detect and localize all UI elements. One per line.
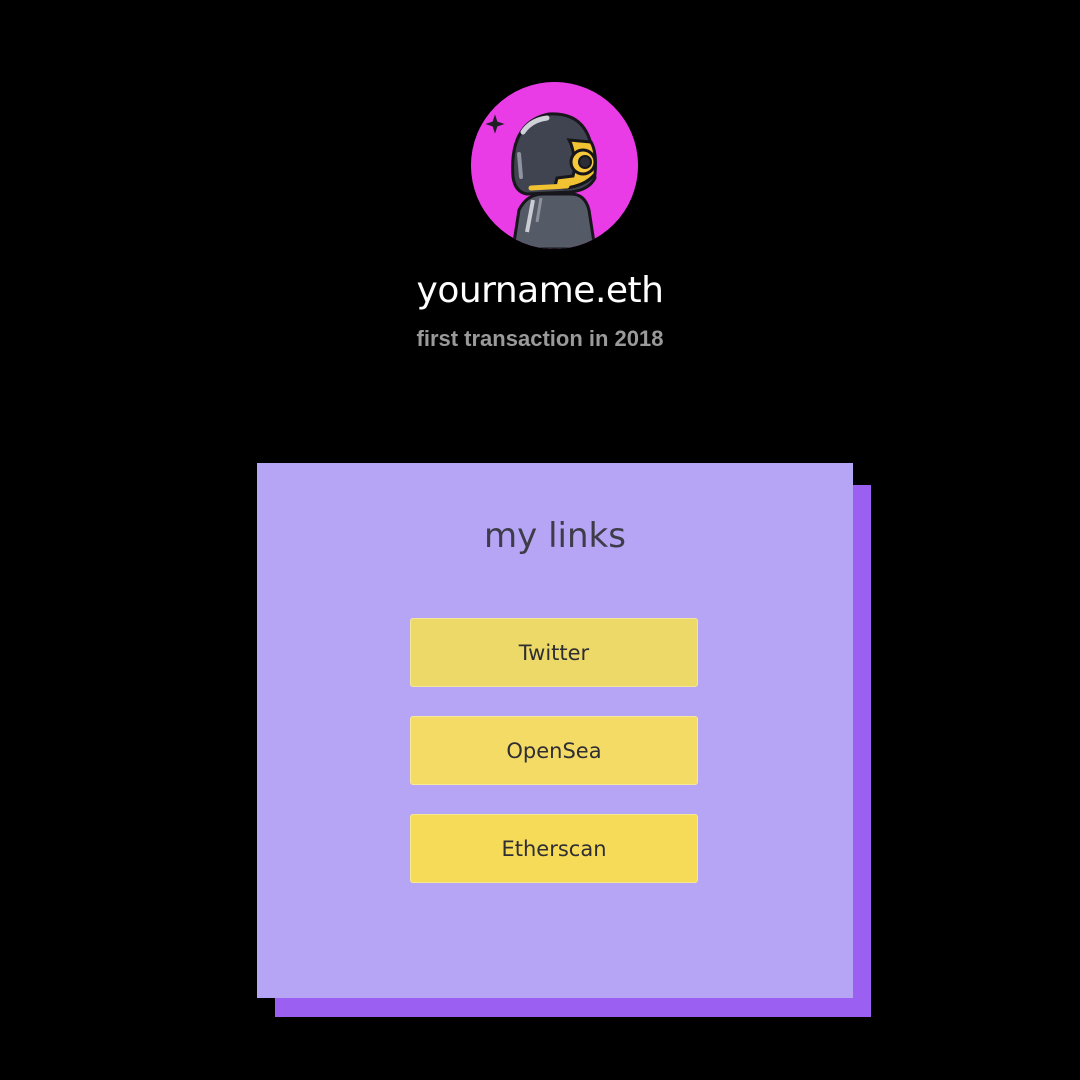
opensea-link-label: OpenSea [506, 738, 602, 763]
profile-name: yourname.eth [416, 270, 664, 311]
helmet-robot-icon [471, 82, 638, 249]
opensea-link-button[interactable]: OpenSea [410, 716, 698, 785]
twitter-link-label: Twitter [518, 640, 590, 665]
profile-subtitle: first transaction in 2018 [416, 326, 664, 351]
etherscan-link-button[interactable]: Etherscan [410, 814, 698, 883]
etherscan-link-label: Etherscan [501, 836, 607, 861]
links-card: my links Twitter OpenSea Etherscan [257, 463, 853, 998]
card-title: my links [484, 516, 626, 556]
avatar[interactable] [471, 82, 638, 249]
twitter-link-button[interactable]: Twitter [410, 618, 698, 687]
